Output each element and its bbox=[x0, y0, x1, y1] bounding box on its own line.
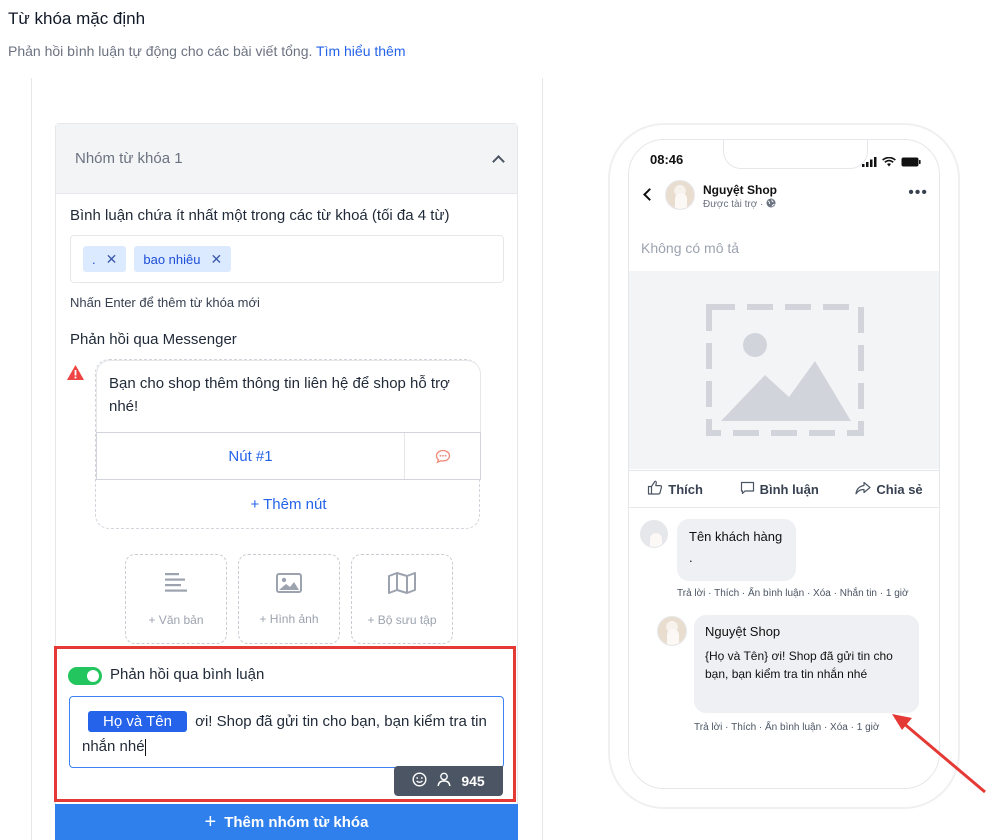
comment-icon bbox=[740, 481, 755, 498]
phone-screen: 08:46 Nguyệt Shop Được tài trợ · ••• Khô… bbox=[628, 139, 940, 789]
comment-reply-input[interactable]: Họ và Tên ơi! Shop đã gửi tin cho bạn, b… bbox=[69, 696, 504, 768]
messenger-message-card: Bạn cho shop thêm thông tin liên hệ để s… bbox=[95, 359, 481, 529]
shop-name: Nguyệt Shop bbox=[703, 183, 777, 197]
map-icon bbox=[388, 571, 416, 597]
signal-icon bbox=[862, 154, 877, 172]
remove-keyword-icon[interactable]: ✕ bbox=[106, 251, 118, 268]
shop-reply-text: {Họ và Tên} ơi! Shop đã gửi tin cho bạn,… bbox=[705, 649, 893, 681]
post-media-placeholder bbox=[629, 271, 939, 469]
keyword-group-header[interactable]: Nhóm từ khóa 1 bbox=[56, 124, 517, 194]
customer-comment-bubble: Tên khách hàng . bbox=[677, 519, 796, 581]
left-divider bbox=[31, 78, 32, 840]
shop-reply-avatar bbox=[657, 616, 687, 646]
keywords-hint: Nhấn Enter để thêm từ khóa mới bbox=[70, 295, 260, 310]
customer-avatar bbox=[640, 520, 668, 548]
chat-icon[interactable] bbox=[404, 433, 480, 479]
chevron-up-icon[interactable] bbox=[492, 154, 505, 168]
keyword-tag-label: . bbox=[92, 251, 96, 267]
message-button-row: Nút #1 bbox=[96, 432, 481, 480]
globe-icon bbox=[766, 198, 776, 210]
thumbs-up-icon bbox=[647, 480, 663, 498]
name-variable-chip[interactable]: Họ và Tên bbox=[88, 711, 187, 732]
sponsored-label: Được tài trợ · bbox=[703, 198, 776, 210]
share-action[interactable]: Chia sẻ bbox=[855, 481, 923, 498]
add-keyword-group-label: Thêm nhóm từ khóa bbox=[224, 813, 369, 831]
reply-toolbar: 945 bbox=[394, 766, 503, 796]
messenger-reply-label: Phản hồi qua Messenger bbox=[70, 331, 237, 348]
status-time: 08:46 bbox=[650, 152, 684, 167]
post-actions: Thích Bình luận Chia sẻ bbox=[629, 470, 939, 508]
add-text-label: + Văn bản bbox=[148, 612, 204, 627]
plus-icon: + bbox=[204, 811, 217, 833]
keyword-tag: . ✕ bbox=[83, 246, 127, 272]
share-label: Chia sẻ bbox=[876, 481, 923, 497]
customer-comment-meta: Trả lời · Thích · Ẩn bình luận · Xóa · N… bbox=[677, 588, 909, 599]
add-gallery-label: + Bộ sưu tập bbox=[367, 612, 437, 627]
add-keyword-group-button[interactable]: + Thêm nhóm từ khóa bbox=[55, 804, 518, 840]
add-image-tile[interactable]: + Hình ảnh bbox=[238, 554, 340, 644]
customer-name: Tên khách hàng bbox=[689, 529, 783, 544]
more-options-icon[interactable]: ••• bbox=[908, 184, 928, 202]
keyword-tag-label: bao nhiêu bbox=[143, 251, 201, 267]
center-divider bbox=[542, 78, 543, 840]
like-label: Thích bbox=[668, 481, 703, 497]
like-action[interactable]: Thích bbox=[647, 480, 703, 498]
wifi-icon bbox=[882, 154, 896, 172]
add-button[interactable]: + Thêm nút bbox=[96, 482, 481, 526]
subtitle-text: Phản hồi bình luận tự động cho các bài v… bbox=[8, 43, 313, 59]
emoji-icon[interactable] bbox=[412, 772, 427, 790]
comment-reply-toggle[interactable] bbox=[68, 667, 102, 685]
sponsored-text: Được tài trợ · bbox=[703, 199, 764, 210]
phone-notch bbox=[723, 140, 868, 169]
keyword-tag: bao nhiêu ✕ bbox=[134, 246, 232, 272]
message-button-1[interactable]: Nút #1 bbox=[97, 433, 404, 479]
battery-icon bbox=[901, 154, 921, 172]
keywords-label: Bình luận chứa ít nhất một trong các từ … bbox=[70, 207, 450, 224]
warning-icon bbox=[66, 364, 85, 386]
keywords-input[interactable]: . ✕ bao nhiêu ✕ bbox=[70, 235, 504, 283]
shop-avatar bbox=[665, 180, 695, 210]
message-text[interactable]: Bạn cho shop thêm thông tin liên hệ để s… bbox=[96, 360, 481, 432]
person-icon[interactable] bbox=[437, 772, 451, 790]
page-title: Từ khóa mặc định bbox=[8, 9, 146, 28]
comment-label: Bình luận bbox=[759, 481, 819, 497]
shop-reply-bubble: Nguyệt Shop {Họ và Tên} ơi! Shop đã gửi … bbox=[694, 615, 919, 713]
comment-reply-label: Phản hồi qua bình luận bbox=[110, 666, 265, 683]
shop-reply-name: Nguyệt Shop bbox=[705, 624, 781, 639]
add-image-label: + Hình ảnh bbox=[259, 611, 319, 626]
share-icon bbox=[855, 481, 872, 498]
customer-comment-text: . bbox=[689, 550, 693, 565]
add-text-tile[interactable]: + Văn bản bbox=[125, 554, 227, 644]
character-count: 945 bbox=[461, 773, 485, 789]
keyword-group-title: Nhóm từ khóa 1 bbox=[75, 150, 183, 167]
content-type-tiles: + Văn bản + Hình ảnh + Bộ sưu tập bbox=[125, 554, 453, 644]
status-icons bbox=[862, 154, 921, 172]
annotation-arrow-icon bbox=[892, 714, 986, 794]
add-gallery-tile[interactable]: + Bộ sưu tập bbox=[351, 554, 453, 644]
learn-more-link[interactable]: Tìm hiểu thêm bbox=[316, 43, 405, 59]
post-header: Nguyệt Shop Được tài trợ · ••• bbox=[629, 180, 939, 220]
comment-action[interactable]: Bình luận bbox=[740, 481, 819, 498]
text-caret bbox=[144, 738, 146, 756]
image-icon bbox=[276, 572, 302, 596]
page-subtitle: Phản hồi bình luận tự động cho các bài v… bbox=[8, 43, 406, 59]
post-description: Không có mô tả bbox=[641, 240, 740, 256]
shop-reply-meta: Trả lời · Thích · Ẩn bình luận · Xóa · 1… bbox=[694, 722, 880, 733]
image-placeholder-icon bbox=[706, 304, 864, 436]
text-lines-icon bbox=[164, 572, 188, 597]
back-arrow-icon[interactable] bbox=[643, 188, 656, 201]
remove-keyword-icon[interactable]: ✕ bbox=[210, 251, 222, 268]
